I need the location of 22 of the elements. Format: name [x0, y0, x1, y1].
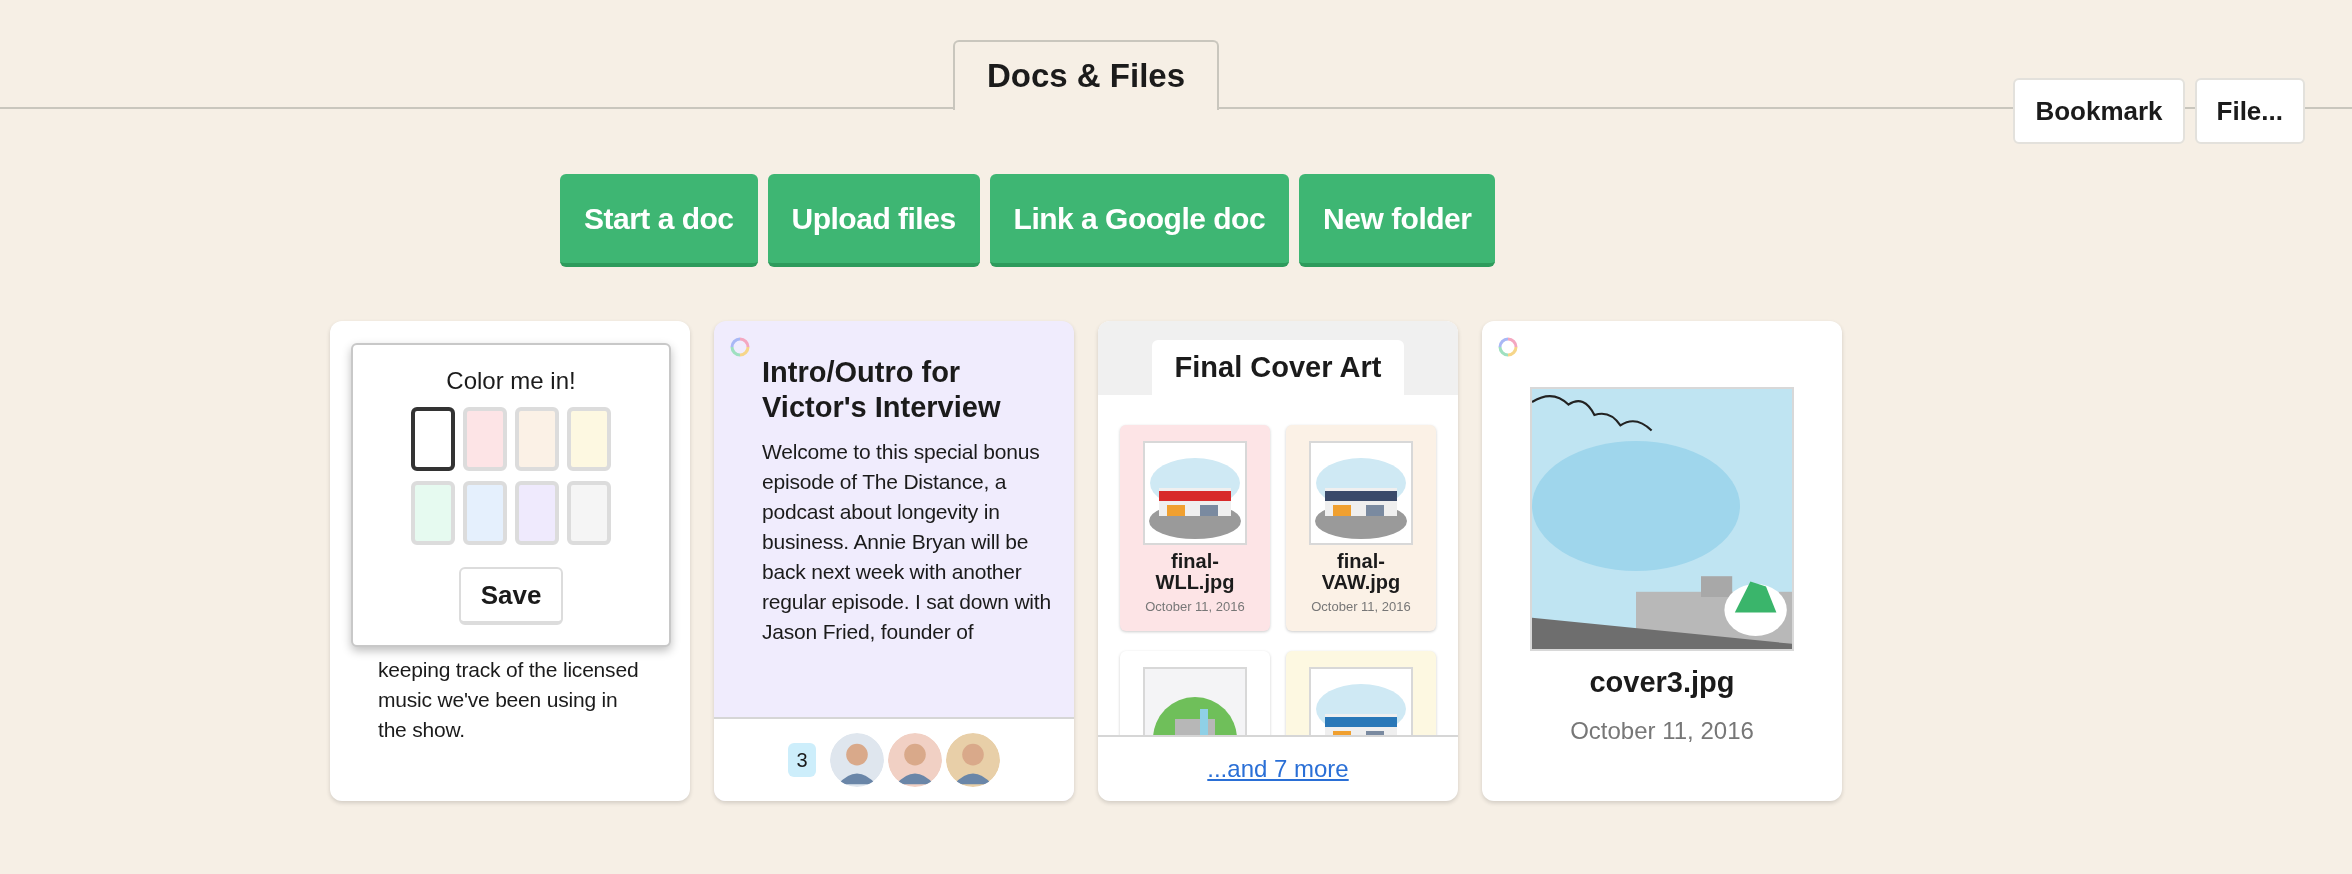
more-link[interactable]: ...and 7 more	[1207, 751, 1349, 787]
save-button[interactable]: Save	[458, 567, 564, 625]
color-wheel-icon[interactable]	[730, 337, 750, 357]
folder-title[interactable]: Final Cover Art	[1152, 340, 1404, 395]
section-tab[interactable]: Docs & Files	[953, 40, 1219, 110]
file-date: October 11, 2016	[1311, 598, 1411, 616]
file-date: October 11, 2016	[1145, 598, 1245, 616]
action-button[interactable]: Bookmark	[2013, 78, 2185, 144]
doc-excerpt: keeping track of the licensed music we've been using in the show.	[378, 657, 640, 743]
file-thumbnail-card[interactable]: final-WLL.jpg October 11, 2016	[1120, 425, 1270, 631]
file-date: October 11, 2016	[1569, 715, 1755, 746]
doc-excerpt: Welcome to this special bonus episode of The Distance, a podcast about longevity in business. Annie Bryan will be back next week with another regular episode. I sat down with Jason Fried, founder of	[762, 439, 1052, 645]
file-name[interactable]: cover3.jpg	[1482, 661, 1842, 705]
file-name[interactable]: final-WLL.jpg	[1145, 551, 1245, 593]
doc-title[interactable]: Intro/Outro for Victor's Interview	[762, 355, 1050, 425]
color-wheel-icon[interactable]	[1498, 337, 1518, 357]
color-swatch[interactable]	[411, 407, 455, 471]
file-thumbnail-card[interactable]: final-VAW.jpg October 11, 2016	[1286, 425, 1436, 631]
action-button[interactable]: File...	[2194, 78, 2305, 144]
popover-title: Color me in!	[446, 366, 576, 396]
comment-count: 3	[788, 743, 816, 777]
file-name[interactable]: final-VAW.jpg	[1311, 551, 1411, 593]
